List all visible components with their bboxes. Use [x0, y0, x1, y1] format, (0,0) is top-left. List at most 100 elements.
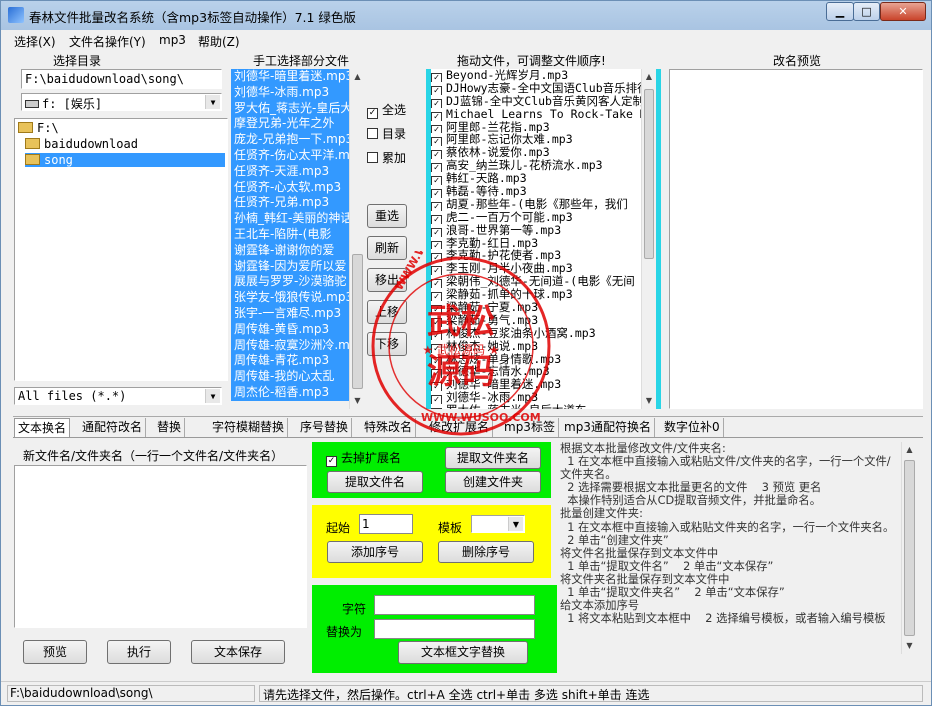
manual-select-item[interactable]: 刘德华-暗里着迷.mp3 — [231, 69, 364, 85]
drag-list-item[interactable]: ✓ 梁静茹-宁夏.mp3 — [431, 301, 656, 314]
scroll-down-icon[interactable]: ▼ — [350, 393, 365, 409]
remove-button[interactable]: 移出 — [367, 268, 407, 292]
checkbox-icon[interactable]: ✓ — [431, 279, 442, 289]
drag-list-item[interactable]: ✓ 阿里郎-忘记你太难.mp3 — [431, 133, 656, 147]
rename-preview-list[interactable] — [669, 69, 923, 409]
drag-list-item[interactable]: ✓ 韩磊-等待.mp3 — [431, 185, 656, 198]
maximize-button[interactable]: □ — [853, 2, 880, 21]
drag-list-item[interactable]: ✓ 李玉刚-月半小夜曲.mp3 — [431, 262, 656, 276]
extract-file-name-button[interactable]: 提取文件名 — [327, 471, 423, 493]
checkbox-icon[interactable]: ✓ — [431, 369, 442, 379]
drag-list-item[interactable]: ✓ 林志炫-单身情歌.mp3 — [431, 353, 656, 366]
checkbox-icon[interactable]: ✓ — [431, 227, 442, 237]
drag-list-item[interactable]: ✓ 韩红-天路.mp3 — [431, 172, 656, 186]
drag-list-item[interactable]: ✓ DJ蓝锦-全中文Club音乐黄冈客人定制 — [431, 95, 656, 108]
scroll-thumb[interactable] — [352, 254, 363, 389]
refresh-button[interactable]: 刷新 — [367, 236, 407, 260]
checkbox-icon[interactable]: ✓ — [431, 395, 442, 405]
checkbox-icon[interactable]: ✓ — [431, 330, 442, 340]
drag-list-item[interactable]: ✓ 阿里郎-兰花指.mp3 — [431, 121, 656, 134]
menu-select[interactable]: 选择(X) — [14, 33, 56, 50]
chevron-down-icon[interactable]: ▼ — [205, 389, 220, 403]
scroll-down-icon[interactable]: ▼ — [902, 638, 917, 654]
text-replace-button[interactable]: 文本框文字替换 — [398, 641, 528, 664]
checkbox-icon[interactable]: ✓ — [431, 317, 442, 327]
checkbox-icon[interactable]: ✓ — [431, 98, 442, 108]
manual-select-item[interactable]: 张宇-一言难尽.mp3 — [231, 305, 364, 322]
menu-filename-ops[interactable]: 文件名操作(Y) — [69, 33, 146, 50]
checkbox-icon[interactable]: ✓ — [431, 73, 442, 82]
save-text-button[interactable]: 文本保存 — [191, 640, 285, 664]
checkbox-icon[interactable]: ✓ — [431, 124, 442, 134]
checkbox-icon[interactable]: ✓ — [431, 343, 442, 353]
tab-9[interactable]: 数字位补0 — [661, 418, 724, 437]
start-number-input[interactable] — [359, 514, 413, 534]
drag-list-item[interactable]: ✓ 李克勤-红日.mp3 — [431, 237, 656, 250]
tree-node-root[interactable]: F:\ — [18, 121, 59, 135]
drag-list-item[interactable]: ✓ 林俊杰-豆浆油条小酒窝.mp3 — [431, 327, 656, 340]
checkbox-icon[interactable]: ✓ — [431, 214, 442, 224]
checkbox-icon[interactable]: ✓ — [431, 85, 442, 95]
checkbox-icon[interactable]: ✓ — [431, 305, 442, 314]
help-scrollbar[interactable]: ▲ ▼ — [901, 442, 917, 654]
manual-select-item[interactable]: 张学友-饿狼传说.mp3 — [231, 290, 364, 306]
drag-list-item[interactable]: ✓ Michael Learns To Rock-Take Me — [431, 108, 656, 121]
add-sequence-button[interactable]: 添加序号 — [327, 541, 423, 563]
drag-list-item[interactable]: ✓ 胡夏-那些年-(电影《那些年，我们 — [431, 198, 656, 211]
checkbox-icon[interactable]: ✓ — [431, 253, 442, 263]
manual-select-item[interactable]: 孙楠_韩红-美丽的神话 — [231, 211, 364, 227]
manual-select-item[interactable]: 谢霆锋-因为爱所以爱 — [231, 258, 364, 275]
manual-select-item[interactable]: 周传雄-寂寞沙洲冷.mp3 — [231, 337, 364, 354]
drag-list-item[interactable]: ✓ 虎二-一百万个可能.mp3 — [431, 211, 656, 224]
drag-list-item[interactable]: ✓ 高安_纳兰珠儿-花桥流水.mp3 — [431, 159, 656, 173]
drag-list-item[interactable]: ✓ 李克勤-护花使者.mp3 — [431, 249, 656, 263]
preview-button[interactable]: 预览 — [23, 640, 87, 664]
manual-select-item[interactable]: 刘德华-冰雨.mp3 — [231, 84, 364, 101]
checkbox-icon[interactable]: ✓ — [326, 456, 337, 467]
move-up-button[interactable]: 上移 — [367, 300, 407, 324]
drag-list-item[interactable]: ✓ 梁静茹-抓单的十球.mp3 — [431, 288, 656, 302]
tree-node-baidudownload[interactable]: baidudownload — [25, 137, 138, 151]
tab-6[interactable]: 修改扩展名 — [426, 418, 494, 437]
drag-list-item[interactable]: ✓ 梁静茹-勇气.mp3 — [431, 314, 656, 327]
checkbox-icon[interactable]: ✓ — [431, 111, 442, 121]
drag-list-item[interactable]: ✓ Beyond-光辉岁月.mp3 — [431, 69, 656, 82]
manual-select-item[interactable]: 任贤齐-天涯.mp3 — [231, 163, 364, 180]
manual-select-item[interactable]: 任贤齐-兄弟.mp3 — [231, 195, 364, 212]
manual-select-item[interactable]: 周传雄-黄昏.mp3 — [231, 321, 364, 338]
manual-select-item[interactable]: 庞龙-兄弟抱一下.mp3 — [231, 132, 364, 148]
file-filter-select[interactable]: All files (*.*) ▼ — [14, 387, 222, 405]
tab-1[interactable]: 通配符改名 — [79, 418, 147, 437]
extract-folder-name-button[interactable]: 提取文件夹名 — [445, 447, 541, 469]
checkbox-icon[interactable]: ✓ — [431, 356, 442, 366]
drag-list-item[interactable]: ✓ 刘德华-忘情水.mp3 — [431, 365, 656, 379]
checkbox-icon[interactable]: ✓ — [431, 189, 442, 198]
path-input[interactable]: F:\baidudownload\song\ — [21, 69, 222, 89]
checkbox-icon[interactable]: ✓ — [431, 266, 442, 276]
manual-select-item[interactable]: 周杰伦-稻香.mp3 — [231, 384, 364, 401]
manual-select-item[interactable]: 任贤齐-心太软.mp3 — [231, 179, 364, 196]
checkbox-icon[interactable]: ✓ — [431, 382, 442, 392]
drag-list-item[interactable]: ✓ 刘德华-冰雨.mp3 — [431, 391, 656, 405]
checkbox-icon[interactable]: ✓ — [431, 163, 442, 173]
minimize-button[interactable]: ▁ — [826, 2, 854, 21]
drag-list-item[interactable]: ✓ DJHowy志豪-全中文国语Club音乐排行 — [431, 82, 656, 95]
chevron-down-icon[interactable]: ▼ — [205, 95, 220, 109]
drag-list-item[interactable]: ✓ 罗大佑_蒋志光-皇后大道东 — [431, 404, 656, 409]
drag-list-item[interactable]: ✓ 梁朝伟_刘德华-无间道-(电影《无间 — [431, 275, 656, 289]
scroll-up-icon[interactable]: ▲ — [902, 442, 917, 458]
checkbox-icon[interactable] — [367, 128, 378, 139]
drag-list-item[interactable]: ✓ 刘德华-暗里着迷.mp3 — [431, 378, 656, 392]
check-directory[interactable]: 目录 — [367, 125, 406, 142]
drag-list-item[interactable]: ✓ 林俊杰-她说.mp3 — [431, 340, 656, 353]
menu-help[interactable]: 帮助(Z) — [198, 33, 240, 50]
remove-ext-check[interactable]: ✓ 去掉扩展名 — [326, 449, 401, 467]
tab-7[interactable]: mp3标签 — [501, 418, 559, 437]
execute-button[interactable]: 执行 — [107, 640, 171, 664]
create-folder-button[interactable]: 创建文件夹 — [445, 471, 541, 493]
manual-select-item[interactable]: 摩登兄弟-光年之外 — [231, 116, 364, 133]
folder-tree[interactable]: F:\ baidudownload song — [14, 118, 228, 381]
tab-0[interactable]: 文本换名 — [14, 418, 71, 437]
scroll-thumb[interactable] — [644, 89, 654, 259]
manual-select-item[interactable]: 王北车-陷阱-(电影 — [231, 226, 364, 243]
